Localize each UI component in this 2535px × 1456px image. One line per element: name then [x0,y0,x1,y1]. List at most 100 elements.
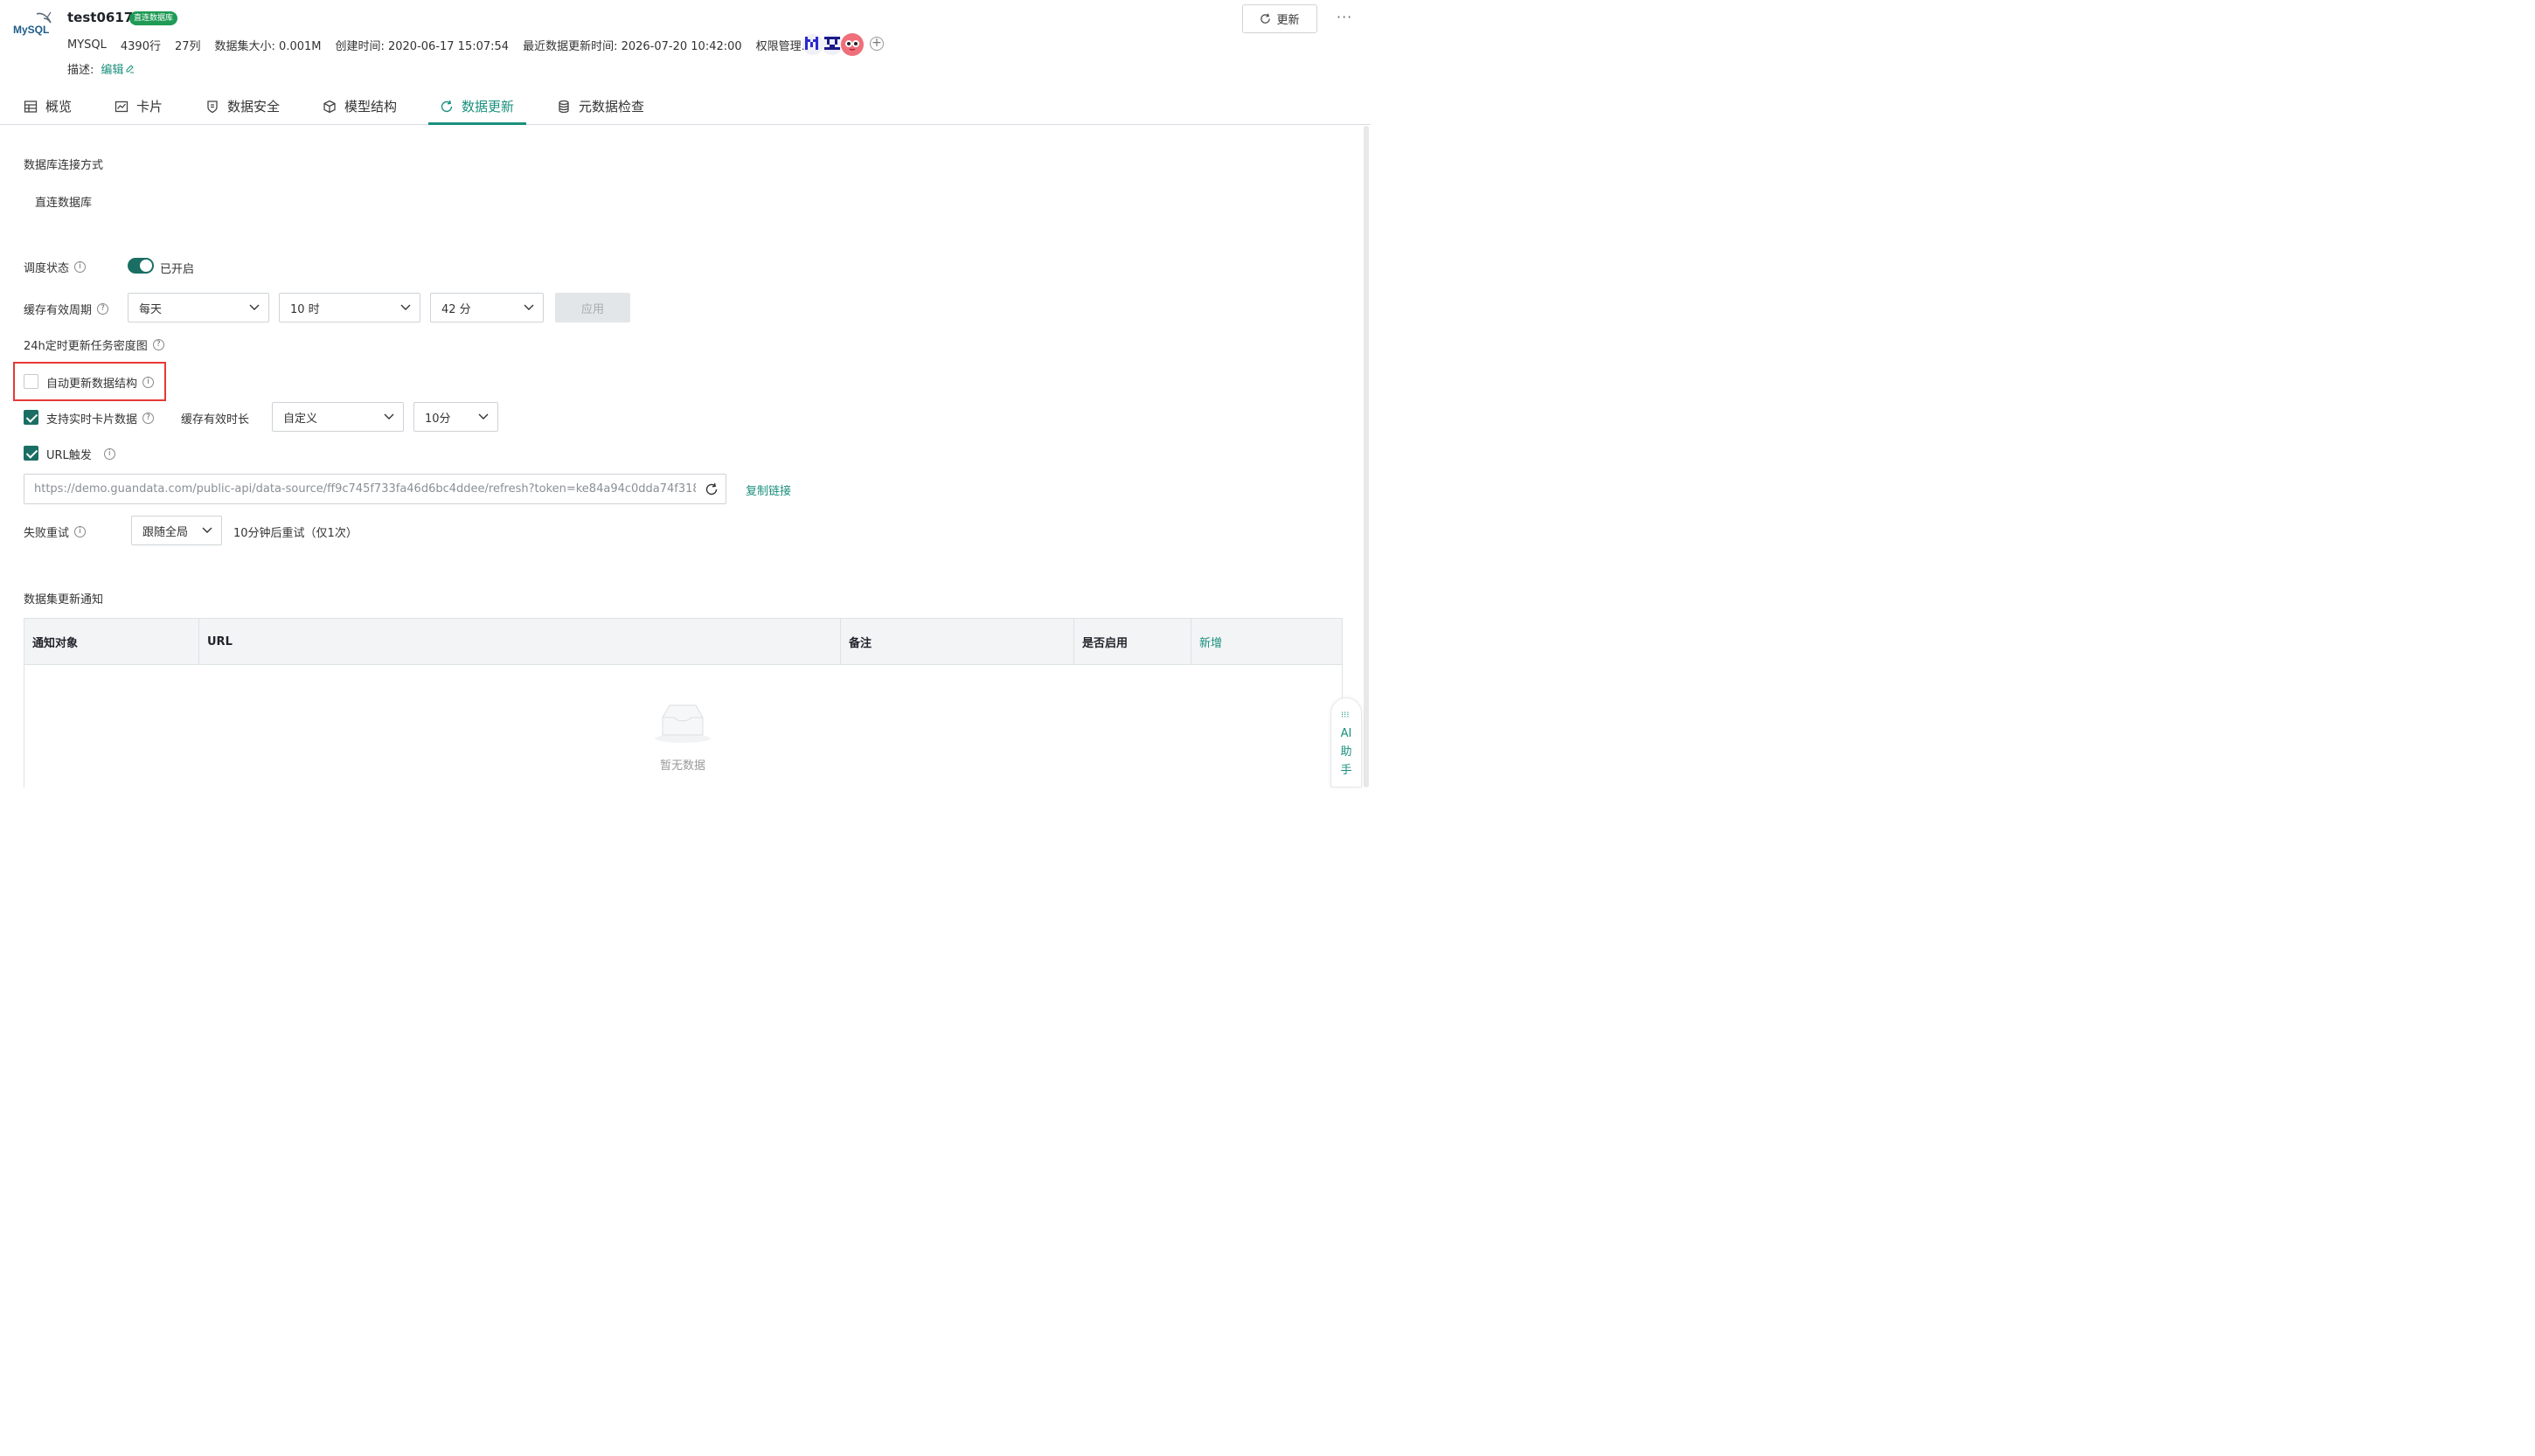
tab-metadata-check[interactable]: 元数据检查 [557,87,644,125]
chevron-down-icon [478,411,489,424]
duration-value: 10分 [425,412,451,426]
description-label: 描述: [67,64,94,77]
chart-card-icon [115,100,128,114]
realtime-checkbox[interactable] [24,410,38,425]
schedule-status-text: 已开启 [160,263,195,276]
auto-schema-checkbox[interactable] [24,374,38,389]
tab-label: 数据更新 [462,99,515,114]
hour-select[interactable]: 10 时 [279,293,420,322]
tab-model-structure[interactable]: 模型结构 [323,87,397,125]
density-label: 24h定时更新任务密度图 [24,340,148,353]
trigger-url-field[interactable]: https://demo.guandata.com/public-api/dat… [24,474,726,504]
dataset-header: MySQL test0617 直连数据库 MYSQL 4390行 27列 数据集… [0,0,1371,87]
avatar[interactable] [802,34,823,55]
tab-bar: 概览 卡片 数据安全 模型结构 数据更新 元数据检查 [0,87,1371,125]
url-trigger-row: URL触发 i [46,446,115,462]
minute-value: 42 分 [441,302,471,316]
apply-button[interactable]: 应用 [555,293,630,322]
url-trigger-label: URL触发 [46,449,92,462]
dataset-name: test0617 [67,10,134,25]
chevron-down-icon [249,302,260,315]
frequency-select[interactable]: 每天 [128,293,269,322]
svg-text:MySQL: MySQL [13,24,49,36]
url-trigger-checkbox[interactable] [24,446,38,461]
avatar[interactable] [841,33,864,56]
tab-label: 卡片 [136,99,163,114]
refresh-icon [440,100,454,114]
realtime-row: 支持实时卡片数据 ? [46,410,155,426]
connection-label: 数据库连接方式 [24,159,104,172]
ai-char: AI [1340,727,1352,740]
empty-state: 暂无数据 [652,702,713,773]
regenerate-url-icon[interactable] [705,482,719,500]
connection-badge: 直连数据库 [129,11,178,25]
chevron-down-icon [202,524,212,537]
hour-value: 10 时 [290,302,320,316]
empty-box-icon [652,704,713,749]
avatar[interactable] [822,34,843,55]
density-row[interactable]: 24h定时更新任务密度图 ? [24,336,164,353]
duration-mode-select[interactable]: 自定义 [272,402,404,432]
cache-period-label: 缓存有效周期 [24,304,93,317]
refresh-icon [1260,13,1271,24]
connection-value: 直连数据库 [35,197,93,210]
schedule-label: 调度状态 [24,262,70,275]
ai-char: 助 [1340,745,1352,759]
permission-label: 权限管理: [755,40,806,53]
more-options-icon[interactable]: ··· [1337,9,1352,25]
grid-dots-icon: ⁝⁝⁝ [1341,711,1350,720]
tab-cards[interactable]: 卡片 [115,87,163,125]
duration-mode-value: 自定义 [283,412,318,426]
table-header: 通知对象 URL 备注 是否启用 新增 [24,619,1342,665]
edit-icon[interactable] [125,64,135,73]
realtime-label: 支持实时卡片数据 [46,413,138,426]
tab-label: 概览 [45,99,73,114]
refresh-label: 更新 [1276,14,1300,27]
description: 描述: 编辑 [67,60,135,77]
notify-table: 通知对象 URL 备注 是否启用 新增 暂无数据 [24,618,1343,787]
info-icon[interactable]: i [142,377,155,388]
retry-label: 失败重试 [24,527,70,540]
retry-select[interactable]: 跟随全局 [131,516,222,545]
tab-overview[interactable]: 概览 [24,87,72,125]
schedule-status-row: 调度状态 i [24,259,87,275]
retry-row: 失败重试 i [24,523,87,540]
help-icon[interactable]: ? [97,303,109,315]
tab-label: 数据安全 [227,99,281,114]
notify-title: 数据集更新通知 [24,593,104,607]
info-icon[interactable]: i [103,448,115,460]
add-permission-icon[interactable]: + [870,37,884,51]
schedule-toggle[interactable] [128,258,154,274]
minute-select[interactable]: 42 分 [430,293,544,322]
add-notify-button[interactable]: 新增 [1191,619,1342,665]
updated-time: 最近数据更新时间: 2026-07-20 10:42:00 [523,40,742,53]
retry-description: 10分钟后重试（仅1次） [233,527,358,540]
edit-description-link[interactable]: 编辑 [101,60,123,77]
db-type: MYSQL [67,38,107,52]
refresh-button[interactable]: 更新 [1242,4,1317,33]
mysql-logo: MySQL [12,10,58,42]
auto-schema-label: 自动更新数据结构 [46,378,138,391]
frequency-value: 每天 [139,302,163,316]
duration-value-select[interactable]: 10分 [413,402,498,432]
help-icon[interactable]: ? [152,339,164,350]
tab-data-security[interactable]: 数据安全 [205,87,280,125]
tab-label: 模型结构 [344,99,398,114]
tab-data-update[interactable]: 数据更新 [440,87,514,125]
info-icon[interactable]: i [74,261,87,273]
help-icon[interactable]: ? [142,413,155,424]
scrollbar[interactable] [1364,126,1369,787]
info-icon[interactable]: i [74,526,87,537]
cube-icon [323,100,337,114]
database-icon [557,100,571,114]
row-count: 4390行 [120,40,161,53]
ai-assistant-button[interactable]: ⁝⁝⁝ AI 助 手 [1330,697,1362,787]
dataset-meta: MYSQL 4390行 27列 数据集大小: 0.001M 创建时间: 2020… [67,37,809,53]
chevron-down-icon [524,302,534,315]
table-grid-icon [24,100,38,114]
chevron-down-icon [400,302,411,315]
retry-value: 跟随全局 [142,525,189,539]
copy-link-button[interactable]: 复制链接 [746,482,791,498]
created-time: 创建时间: 2020-06-17 15:07:54 [335,40,510,53]
column-header: 是否启用 [1074,619,1191,665]
